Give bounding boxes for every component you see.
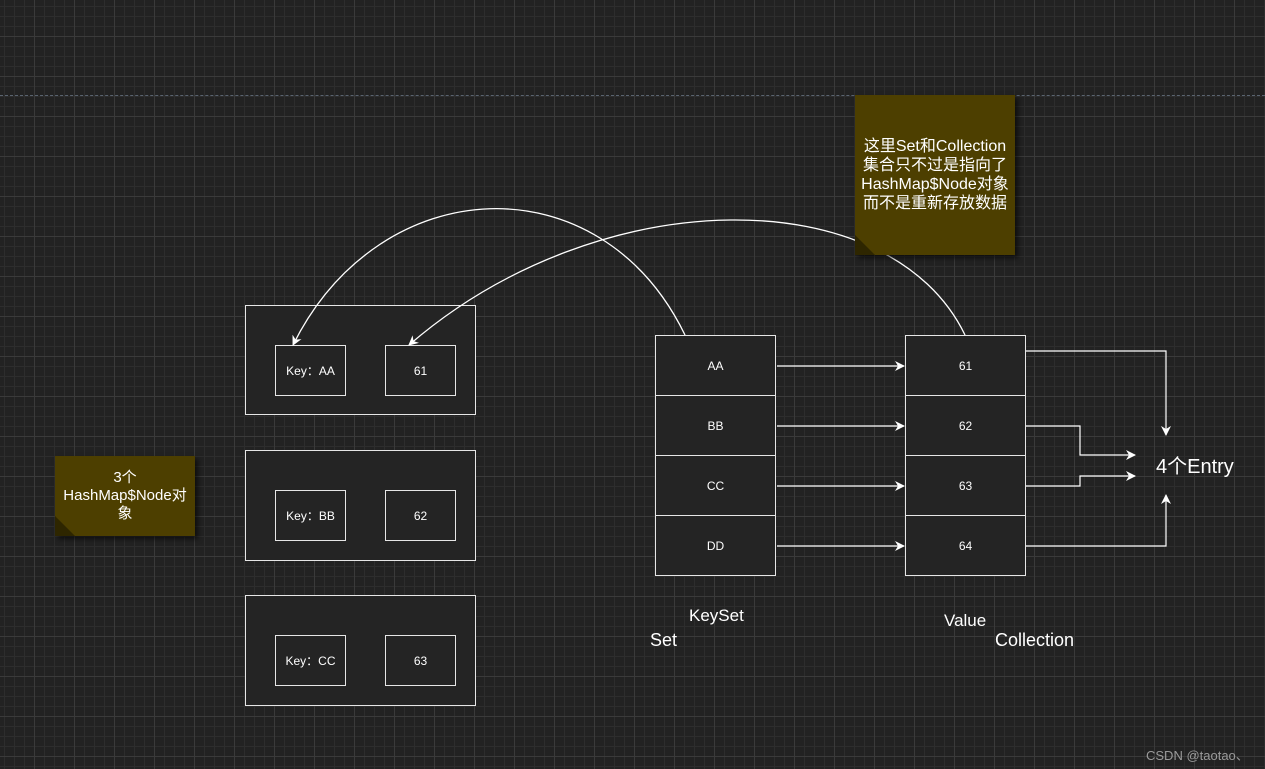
left-note-line-3: 象 <box>117 505 133 522</box>
left-note-line-1: 3个 <box>113 469 137 486</box>
connector-layer <box>292 208 1171 551</box>
left-note-line-2: HashMap$Node对 <box>63 487 187 504</box>
note-fold <box>855 235 875 255</box>
left-sticky-note: 3个 HashMap$Node对 象 <box>55 456 195 536</box>
note-line-1: 这里Set和Collection <box>863 138 1007 155</box>
collection-label: Collection <box>995 630 1075 650</box>
value-label: Value <box>944 611 987 630</box>
top-sticky-note: 这里Set和Collection 集合只不过是指向了 HashMap$Node对… <box>855 95 1015 255</box>
note-line-3: HashMap$Node对象 <box>861 176 1009 193</box>
note-line-4: 而不是重新存放数据 <box>862 195 1007 212</box>
keyset-label: KeySet <box>689 606 744 625</box>
left-note-fold <box>55 516 75 536</box>
keyset-to-node-curve <box>292 208 686 346</box>
64-to-entry-connector <box>1026 494 1171 547</box>
entry-label: 4个Entry <box>1156 456 1234 478</box>
csdn-watermark: CSDN @taotao、 <box>1146 748 1249 763</box>
63-to-entry-connector <box>1026 471 1136 487</box>
note-line-2: 集合只不过是指向了 <box>862 157 1007 174</box>
61-to-entry-connector <box>1026 350 1171 436</box>
62-to-entry-connector <box>1026 425 1136 460</box>
set-label: Set <box>650 630 678 650</box>
